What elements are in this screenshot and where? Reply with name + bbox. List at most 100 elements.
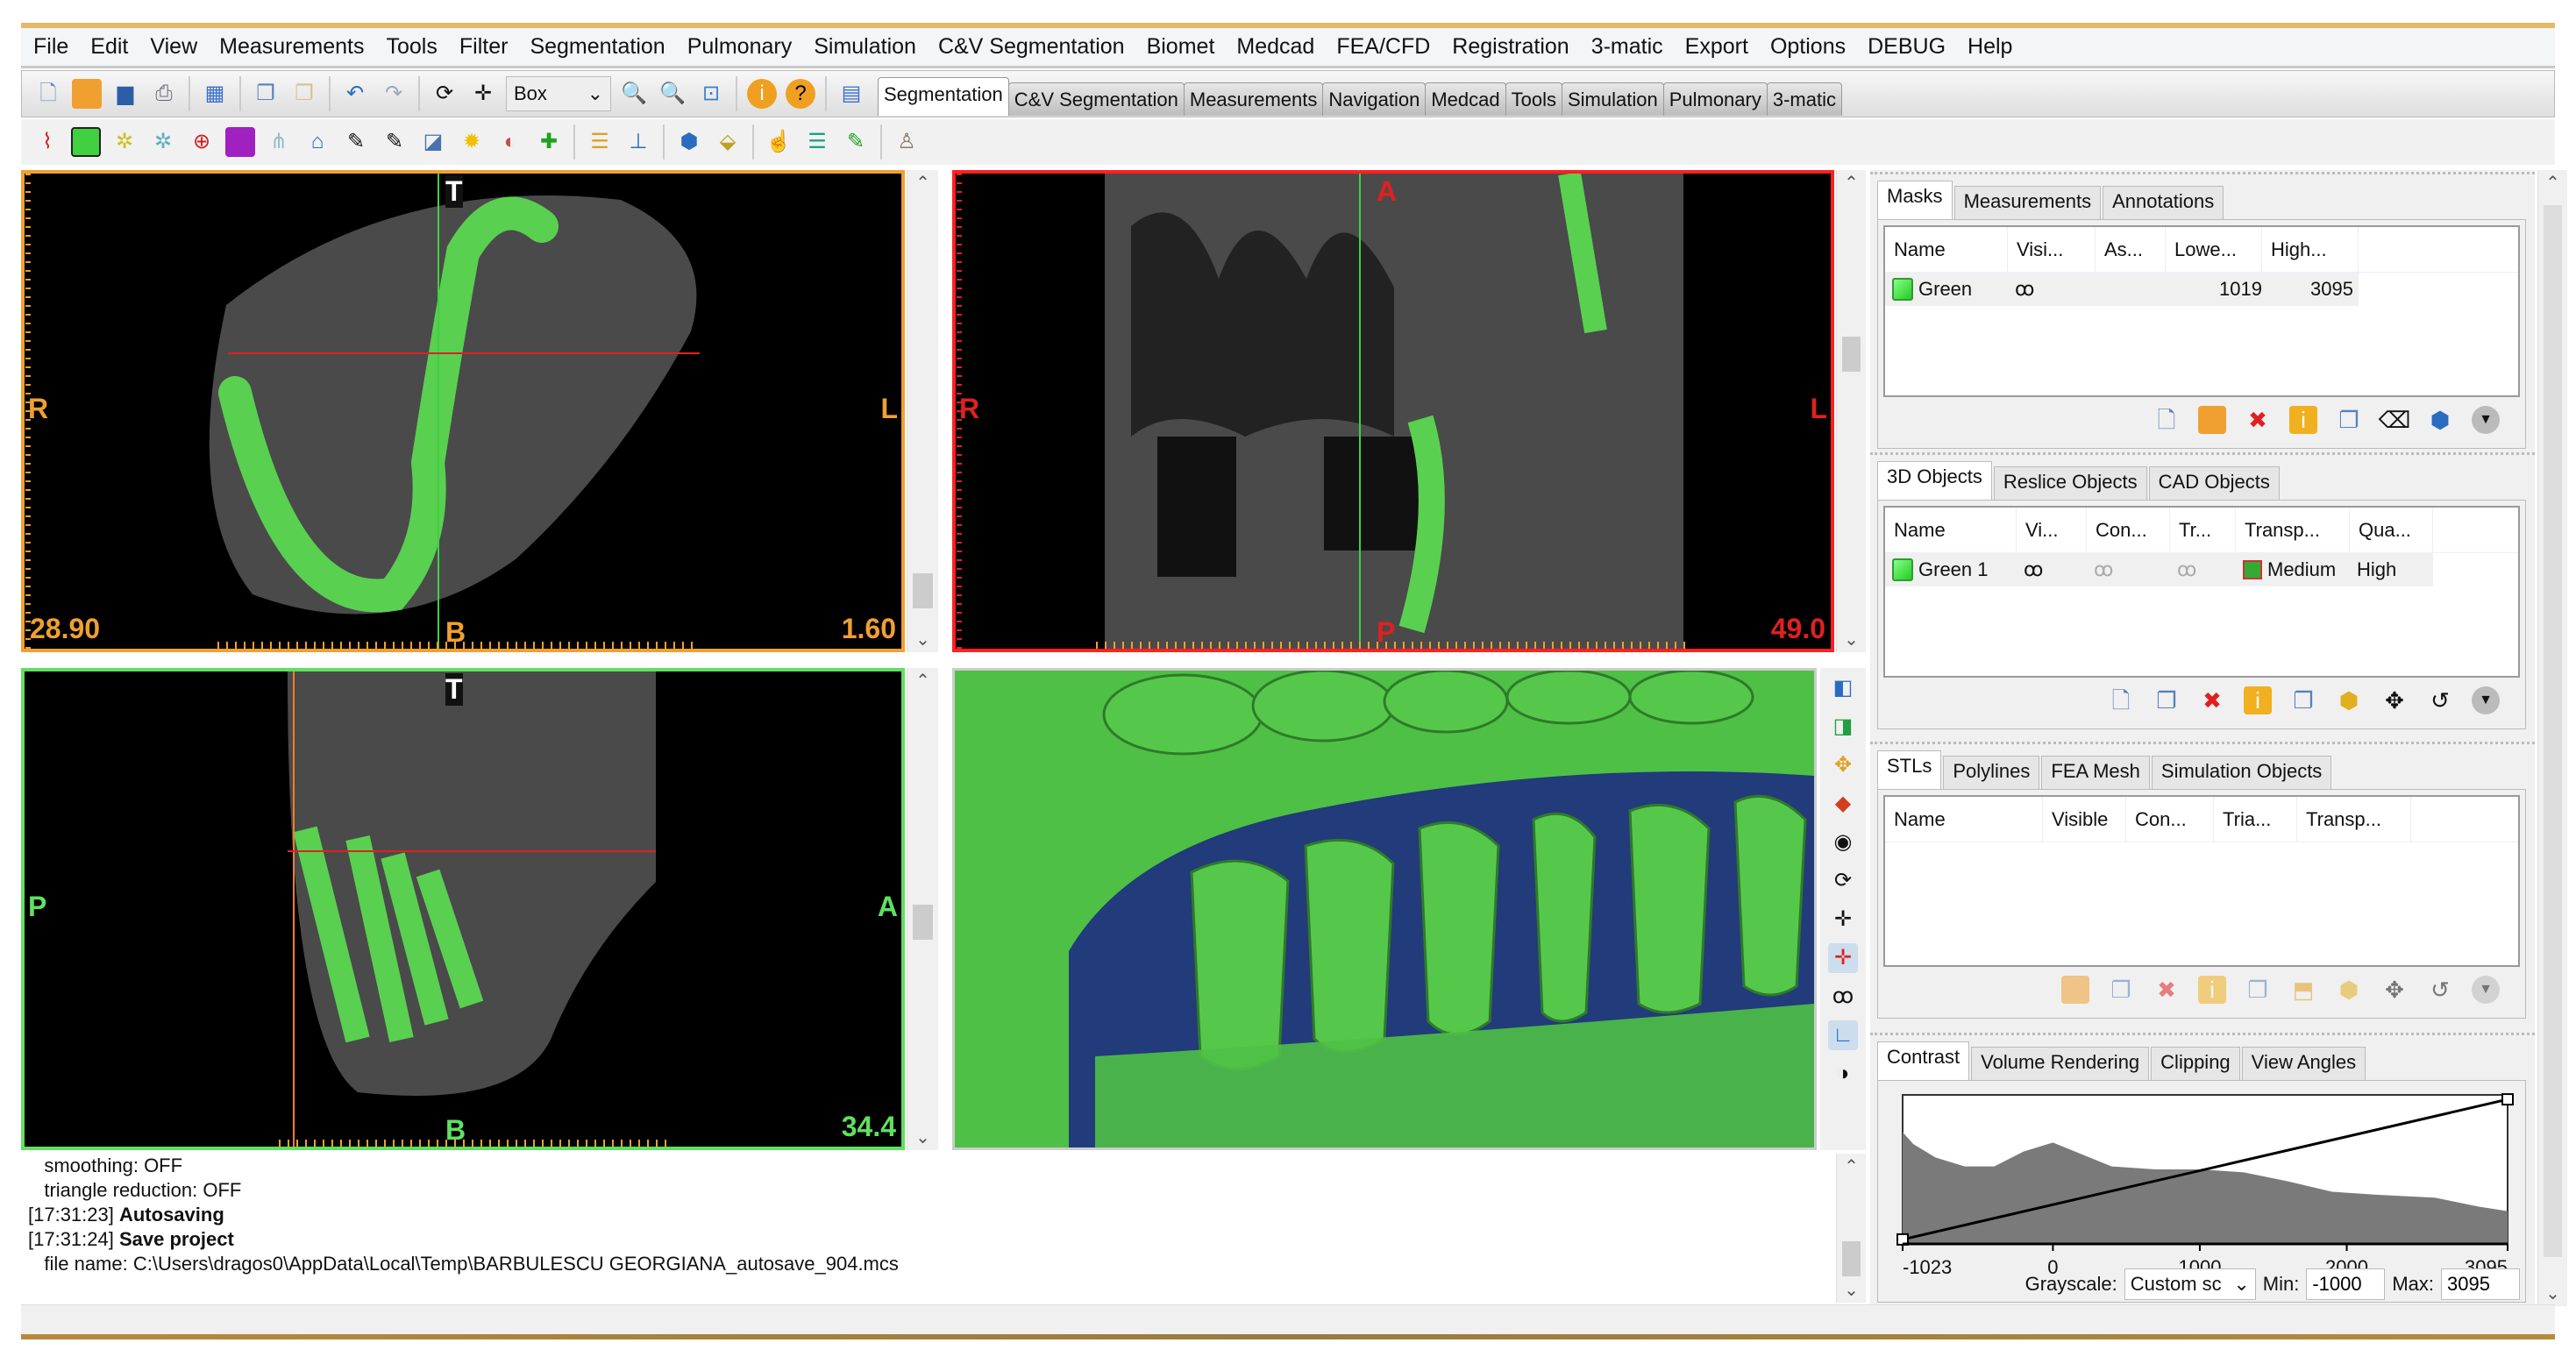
menu-file[interactable]: File (33, 34, 68, 60)
scroll-down-icon[interactable]: ⌄ (1837, 1279, 1866, 1301)
column-header[interactable]: As... (2096, 227, 2166, 272)
clip-icon[interactable]: ◑ (1828, 1059, 1858, 1089)
fill-icon[interactable]: ⌂ (302, 127, 332, 157)
tab-volume-rendering[interactable]: Volume Rendering (1971, 1047, 2150, 1080)
move-icon[interactable]: ✥ (2380, 686, 2409, 714)
menu-debug[interactable]: DEBUG (1868, 34, 1946, 60)
profile-line-icon[interactable]: ⌇ (32, 127, 62, 157)
tab-tools[interactable]: Tools (1505, 82, 1562, 116)
tab-contrast[interactable]: Contrast (1877, 1041, 1970, 1080)
delete-icon[interactable]: ✖ (2198, 686, 2226, 714)
menu-3-matic[interactable]: 3-matic (1591, 34, 1663, 60)
undo-icon[interactable]: ↶ (340, 79, 370, 109)
scroll-thumb[interactable] (913, 905, 933, 940)
column-header[interactable]: Con... (2126, 797, 2214, 842)
copy-icon[interactable]: ❐ (251, 79, 281, 109)
column-header[interactable]: Tr... (2170, 508, 2236, 552)
duplicate-icon[interactable]: ❐ (2244, 976, 2272, 1004)
column-header[interactable]: Transp... (2236, 508, 2350, 552)
axes-icon[interactable]: ✥ (1828, 750, 1858, 780)
tab-fea-mesh[interactable]: FEA Mesh (2041, 756, 2150, 789)
menu-help[interactable]: Help (1968, 34, 2012, 60)
delete-icon[interactable]: ✖ (2153, 976, 2181, 1004)
reslice-icon[interactable]: ⊥ (623, 127, 653, 157)
column-header[interactable]: Visi... (2008, 227, 2096, 272)
info-icon[interactable]: i (747, 79, 777, 109)
rotate-icon[interactable]: ⟳ (430, 79, 459, 109)
menu-medcad[interactable]: Medcad (1236, 34, 1314, 60)
render-mode-icon[interactable]: ◆ (1828, 789, 1858, 819)
skeleton-icon[interactable]: ♙ (892, 127, 922, 157)
column-header[interactable]: Transp... (2297, 797, 2411, 842)
column-header[interactable]: Qua... (2350, 508, 2433, 552)
right-panel-scrollbar[interactable]: ⌃ ⌄ (2537, 170, 2567, 1306)
column-header[interactable]: Name (1885, 508, 2017, 552)
region-grow-icon[interactable]: ✲ (110, 127, 139, 157)
menu-measurements[interactable]: Measurements (219, 34, 364, 60)
dynamic-region-icon[interactable]: ✲ (148, 127, 178, 157)
scroll-up-icon[interactable]: ⌃ (907, 172, 938, 194)
tab-measurements[interactable]: Measurements (1183, 82, 1324, 116)
wrap-icon[interactable]: ⬢ (2335, 686, 2363, 714)
column-header[interactable]: Name (1885, 797, 2043, 842)
max-input[interactable] (2441, 1268, 2520, 1300)
pan-3d-icon[interactable]: ✛ (1828, 905, 1858, 934)
tab-c-v-segmentation[interactable]: C&V Segmentation (1007, 82, 1185, 116)
scroll-thumb[interactable] (913, 573, 933, 608)
transparency-cell[interactable]: Medium (2236, 558, 2350, 581)
column-header[interactable]: Visible (2043, 797, 2126, 842)
info-icon[interactable]: i (2244, 686, 2272, 714)
menu-options[interactable]: Options (1770, 34, 1846, 60)
split-mask-icon[interactable]: ◐ (495, 127, 525, 157)
selection-mode-select[interactable]: Box ⌄ (506, 76, 611, 111)
zoom-in-icon[interactable]: 🔍 (619, 79, 649, 109)
scroll-up-icon[interactable]: ⌃ (2538, 172, 2567, 194)
export-icon[interactable]: ⬒ (2289, 976, 2317, 1004)
save-icon[interactable]: ▆ (110, 79, 140, 109)
log-scrollbar[interactable]: ⌃ ⌄ (1836, 1154, 1866, 1303)
scroll-up-icon[interactable]: ⌃ (1837, 172, 1866, 194)
scroll-up-icon[interactable]: ⌃ (1837, 1155, 1866, 1177)
calc-3d-icon[interactable]: ✚ (534, 127, 564, 157)
column-header[interactable]: Vi... (2017, 508, 2087, 552)
table-row[interactable]: Green ꝏ 1019 3095 (1885, 273, 2359, 306)
new-mask-icon[interactable]: 🗋 (2153, 406, 2181, 434)
split-icon[interactable]: ⋔ (264, 127, 294, 157)
zoom-reset-icon[interactable]: 🔍 (658, 79, 687, 109)
rotate-3d-icon[interactable]: ⟳ (1828, 866, 1858, 896)
panel-grip[interactable] (1870, 1033, 2535, 1036)
axial-scrollbar[interactable]: ⌃ ⌄ (907, 170, 938, 652)
tab-polylines[interactable]: Polylines (1943, 756, 2040, 789)
column-header[interactable]: Con... (2087, 508, 2170, 552)
menu-segmentation[interactable]: Segmentation (530, 34, 665, 60)
view-side-icon[interactable]: ◨ (1828, 712, 1858, 742)
new-file-icon[interactable]: 🗋 (33, 79, 63, 109)
delete-icon[interactable]: ✖ (2244, 406, 2272, 434)
scroll-thumb[interactable] (1842, 337, 1861, 372)
tab-3-matic[interactable]: 3-matic (1766, 82, 1842, 116)
menu-tools[interactable]: Tools (387, 34, 438, 60)
triangles-glasses-icon[interactable]: ꝏ (2170, 558, 2236, 581)
sagittal-view[interactable]: T B P A 34.4 (21, 668, 905, 1150)
scroll-up-icon[interactable]: ⌃ (907, 670, 938, 692)
grayscale-select[interactable]: Custom sc ⌄ (2124, 1268, 2256, 1300)
threshold-icon[interactable] (71, 127, 101, 157)
tab-annotations[interactable]: Annotations (2103, 186, 2224, 219)
redo-icon[interactable]: ↷ (379, 79, 409, 109)
visible-glasses-icon[interactable]: ꝏ (2008, 278, 2096, 301)
more-options-icon[interactable]: ▼ (2472, 406, 2500, 434)
scroll-down-icon[interactable]: ⌄ (2538, 1282, 2567, 1304)
menu-view[interactable]: View (150, 34, 197, 60)
open-icon[interactable] (2198, 406, 2226, 434)
multiple-slice-edit-icon[interactable]: ✎ (380, 127, 409, 157)
wrap-icon[interactable]: ⬢ (2335, 976, 2363, 1004)
tab-pulmonary[interactable]: Pulmonary (1662, 82, 1768, 116)
panel-grip[interactable] (1870, 172, 2535, 175)
menu-fea-cfd[interactable]: FEA/CFD (1336, 34, 1430, 60)
copy-icon[interactable]: ❐ (2107, 976, 2135, 1004)
tab-reslice-objects[interactable]: Reslice Objects (1993, 466, 2147, 500)
coordinate-system-icon[interactable]: ∟ (1828, 1020, 1858, 1050)
boolean-icon[interactable] (225, 127, 255, 157)
smart-fill-icon[interactable]: ◪ (418, 127, 448, 157)
morphology-icon[interactable]: ✹ (457, 127, 487, 157)
